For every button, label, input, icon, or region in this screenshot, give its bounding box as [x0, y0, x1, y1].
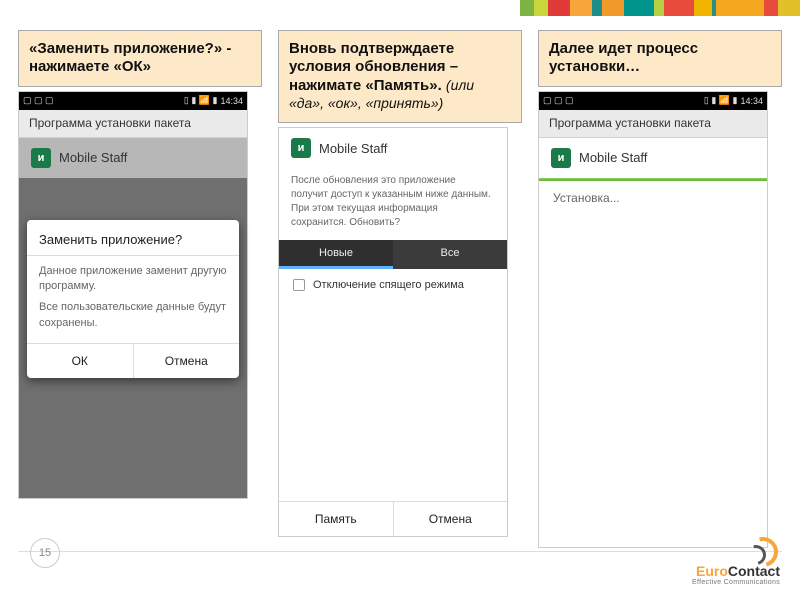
- logo-swirl-icon: [740, 535, 780, 563]
- page-number: 15: [30, 538, 60, 568]
- dialog-body-1: Данное приложение заменит другую програм…: [39, 264, 227, 295]
- permission-label: Отключение спящего режима: [313, 279, 464, 291]
- app-name: Mobile Staff: [319, 141, 387, 156]
- phone-screenshot-2: Mobile Staff После обновления это прилож…: [278, 127, 508, 537]
- app-icon: [291, 138, 311, 158]
- phone-screenshot-1: ▢ ▢ ▢ ▯ ▮ 📶 ▮14:34 Программа установки п…: [18, 91, 248, 499]
- callout-text: «Заменить приложение?» - нажимаете «ОК»: [29, 40, 231, 75]
- logo-tagline: Effective Communications: [692, 579, 780, 586]
- logo-text-1: Euro: [696, 563, 728, 579]
- status-time: 14:34: [220, 96, 243, 106]
- dialog-body-2: Все пользовательские данные будут сохран…: [39, 300, 227, 331]
- installer-title: Программа установки пакета: [549, 116, 711, 130]
- app-header-row: Mobile Staff: [539, 138, 767, 178]
- footer-divider: [18, 551, 782, 552]
- status-time: 14:34: [740, 96, 763, 106]
- logo-text-2: Contact: [728, 563, 780, 579]
- installer-title: Программа установки пакета: [29, 116, 191, 130]
- permission-item: Отключение спящего режима: [279, 269, 507, 301]
- replace-app-dialog: Заменить приложение? Данное приложение з…: [27, 220, 239, 379]
- install-status: Установка...: [539, 181, 767, 215]
- app-icon: [551, 148, 571, 168]
- tab-new[interactable]: Новые: [279, 240, 393, 269]
- cancel-button[interactable]: Отмена: [394, 502, 508, 536]
- brand-logo: EuroContact Effective Communications: [692, 535, 780, 586]
- memory-button[interactable]: Память: [279, 502, 394, 536]
- app-header-row: Mobile Staff: [19, 138, 247, 178]
- phone-screenshot-3: ▢ ▢ ▢ ▯ ▮ 📶 ▮14:34 Программа установки п…: [538, 91, 768, 548]
- permission-text: После обновления это приложение получит …: [279, 168, 507, 240]
- app-icon: [31, 148, 51, 168]
- permission-tabs: Новые Все: [279, 240, 507, 269]
- callout-replace-app: «Заменить приложение?» - нажимаете «ОК»: [18, 30, 262, 87]
- lock-icon: [293, 279, 305, 291]
- installer-header: Программа установки пакета: [539, 110, 767, 138]
- app-header-row: Mobile Staff: [279, 128, 507, 168]
- callout-text: Вновь подтверждаете условия обновления –…: [289, 40, 458, 94]
- callout-installing: Далее идет процесс установки…: [538, 30, 782, 87]
- tab-all[interactable]: Все: [393, 240, 507, 269]
- ok-button[interactable]: ОК: [27, 344, 134, 378]
- installer-header: Программа установки пакета: [19, 110, 247, 138]
- status-bar: ▢ ▢ ▢ ▯ ▮ 📶 ▮14:34: [539, 92, 767, 110]
- status-bar: ▢ ▢ ▢ ▯ ▮ 📶 ▮14:34: [19, 92, 247, 110]
- dialog-title: Заменить приложение?: [27, 220, 239, 255]
- decorative-color-stripe: [520, 0, 800, 16]
- callout-confirm-memory: Вновь подтверждаете условия обновления –…: [278, 30, 522, 123]
- cancel-button[interactable]: Отмена: [134, 344, 240, 378]
- callout-text: Далее идет процесс установки…: [549, 40, 698, 75]
- app-name: Mobile Staff: [59, 150, 127, 165]
- app-name: Mobile Staff: [579, 150, 647, 165]
